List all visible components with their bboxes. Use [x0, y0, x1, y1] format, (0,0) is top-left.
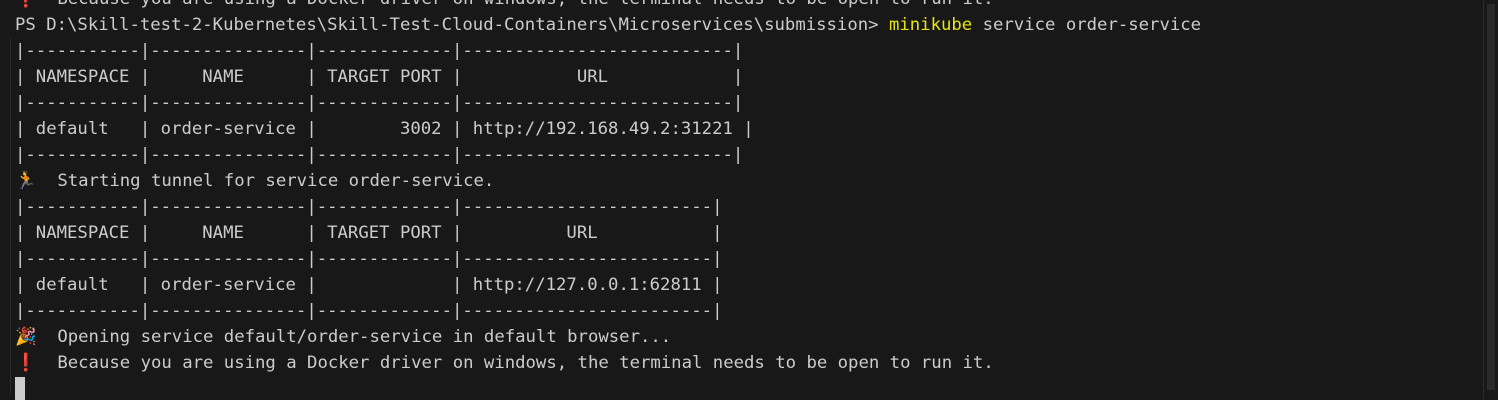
- terminal-line-opening: 🎉 Opening service default/order-service …: [15, 324, 1485, 350]
- table1-border-mid: |-----------|---------------|-----------…: [15, 93, 744, 113]
- tunnel-message: Starting tunnel for service order-servic…: [36, 171, 495, 191]
- table2-header: | NAMESPACE | NAME | TARGET PORT | URL |: [15, 223, 723, 243]
- terminal-line-cursor[interactable]: [15, 376, 1485, 400]
- table2-border-top: |-----------|---------------|-----------…: [15, 197, 723, 217]
- table2-row: | default | order-service | | http://127…: [15, 275, 723, 295]
- table1-border-bottom: |-----------|---------------|-----------…: [15, 145, 744, 165]
- terminal-line-command: PS D:\Skill-test-2-Kubernetes\Skill-Test…: [15, 12, 1485, 38]
- terminal-gutter-rule: [10, 38, 11, 394]
- prompt: PS D:\Skill-test-2-Kubernetes\Skill-Test…: [15, 15, 889, 35]
- exclamation-icon: ❗: [15, 353, 37, 373]
- table1-border-top: |-----------|---------------|-----------…: [15, 41, 744, 61]
- terminal-line-tunnel: 🏃 Starting tunnel for service order-serv…: [15, 168, 1485, 194]
- party-popper-icon: 🎉: [15, 327, 37, 347]
- terminal-line-partial-warning: ❗ Because you are using a Docker driver …: [15, 0, 1485, 12]
- terminal-line-warning: ❗ Because you are using a Docker driver …: [15, 350, 1485, 376]
- table2-border-mid: |-----------|---------------|-----------…: [15, 249, 723, 269]
- table2-border-bottom: |-----------|---------------|-----------…: [15, 301, 723, 321]
- scrollbar-track[interactable]: [1483, 0, 1498, 400]
- table1-row: | default | order-service | 3002 | http:…: [15, 119, 754, 139]
- table1-header: | NAMESPACE | NAME | TARGET PORT | URL |: [15, 67, 744, 87]
- terminal-cursor: [15, 377, 25, 400]
- terminal-output: ❗ Because you are using a Docker driver …: [15, 0, 1485, 400]
- command-args: service order-service: [972, 15, 1202, 35]
- command-name: minikube: [888, 15, 973, 35]
- running-person-icon: 🏃: [15, 171, 37, 191]
- opening-message: Opening service default/order-service in…: [36, 327, 672, 347]
- scrollbar-thumb[interactable]: [1487, 4, 1495, 390]
- terminal-panel[interactable]: ❗ Because you are using a Docker driver …: [0, 0, 1498, 400]
- warning-message: Because you are using a Docker driver on…: [36, 353, 994, 373]
